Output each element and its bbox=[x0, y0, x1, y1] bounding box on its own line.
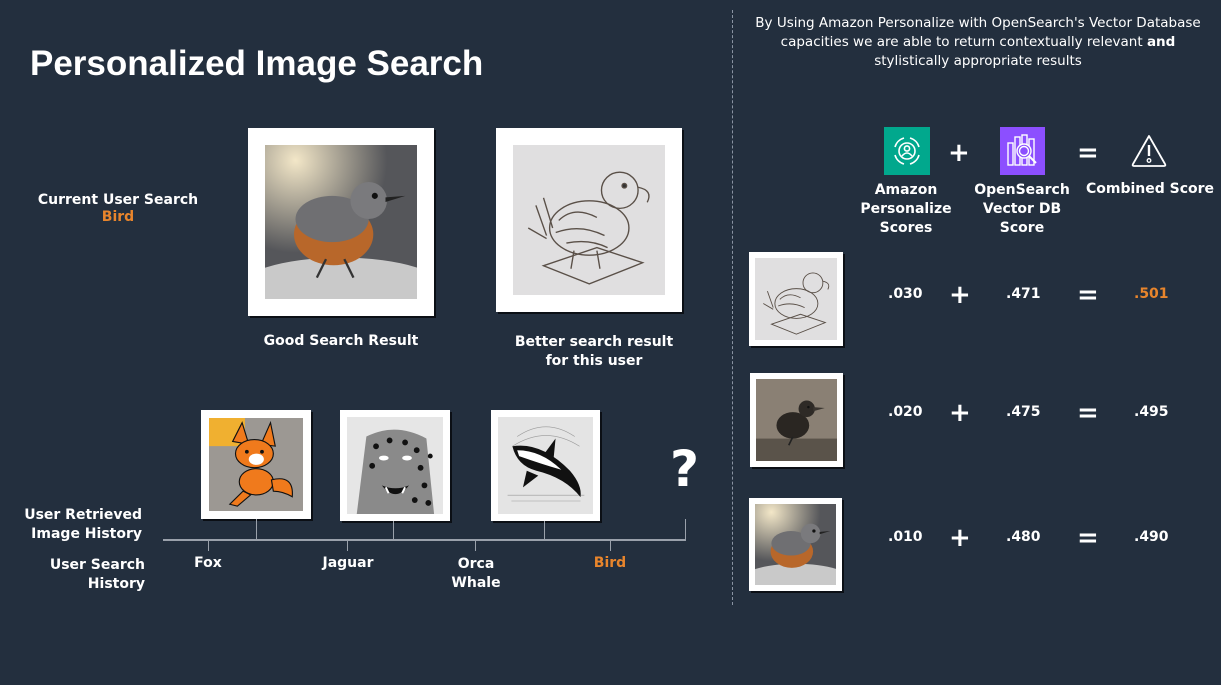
search-history-jaguar: Jaguar bbox=[322, 555, 374, 571]
better-result-image[interactable] bbox=[496, 128, 682, 312]
timeline-tick-orca-image bbox=[544, 521, 545, 540]
timeline-tick-fox-search bbox=[208, 541, 209, 551]
timeline-tick-fox-image bbox=[256, 519, 257, 540]
better-result-caption: Better search result for this user bbox=[489, 333, 699, 371]
score-row-3-plus: + bbox=[949, 523, 971, 553]
timeline-tick-jaguar-search bbox=[347, 541, 348, 551]
intro-text: By Using Amazon Personalize with OpenSea… bbox=[748, 14, 1208, 71]
score-row-2-plus: + bbox=[949, 398, 971, 428]
unknown-next-image: ? bbox=[670, 440, 700, 498]
search-history-orca: Orca Whale bbox=[440, 555, 512, 593]
score-row-3-equals: = bbox=[1077, 523, 1099, 553]
warning-icon bbox=[1129, 131, 1169, 171]
timeline-tick-jaguar-image bbox=[393, 521, 394, 540]
score-row-1-personalize: .030 bbox=[888, 286, 923, 302]
intro-text-bold: and bbox=[1146, 34, 1176, 50]
realistic-bird-thumb bbox=[754, 503, 837, 586]
search-history-bird: Bird bbox=[593, 555, 627, 571]
current-search-block: Current User Search Bird bbox=[30, 192, 206, 225]
current-search-label: Current User Search bbox=[37, 192, 199, 208]
better-result-caption-line2: for this user bbox=[545, 353, 643, 369]
vintage-bird-thumb bbox=[755, 378, 838, 462]
retrieved-history-label: User Retrieved Image History bbox=[10, 506, 142, 544]
score-row-1-plus: + bbox=[949, 280, 971, 310]
intro-text-tail: stylistically appropriate results bbox=[874, 53, 1082, 69]
score-row-1-combined: .501 bbox=[1134, 286, 1169, 302]
combined-score-label: Combined Score bbox=[1085, 181, 1215, 197]
personalize-label-line1: Amazon bbox=[874, 182, 938, 198]
opensearch-label-line2: Vector DB bbox=[982, 201, 1062, 217]
timeline-tick-bird-search bbox=[610, 541, 611, 551]
timeline-end-tick bbox=[685, 519, 686, 541]
sketch-bird-thumb bbox=[754, 257, 838, 341]
page-title: Personalized Image Search bbox=[30, 44, 484, 83]
fox-sketch-image bbox=[208, 417, 304, 512]
orca-sketch-image bbox=[497, 416, 594, 515]
search-history-fox: Fox bbox=[194, 555, 222, 571]
section-divider bbox=[732, 10, 733, 605]
score-row-3-combined: .490 bbox=[1134, 529, 1169, 545]
sketch-bird-image bbox=[512, 144, 666, 296]
formula-equals: = bbox=[1077, 138, 1099, 168]
score-row-2-combined: .495 bbox=[1134, 404, 1169, 420]
score-row-3-vector: .480 bbox=[1006, 529, 1041, 545]
good-result-caption: Good Search Result bbox=[263, 333, 419, 349]
better-result-caption-line1: Better search result bbox=[514, 334, 674, 350]
realistic-bird-image bbox=[264, 144, 418, 300]
score-row-2-image[interactable] bbox=[750, 373, 843, 467]
search-history-label-line2: History bbox=[87, 576, 145, 592]
score-row-3-image[interactable] bbox=[749, 498, 842, 591]
good-result-image[interactable] bbox=[248, 128, 434, 316]
score-row-1-equals: = bbox=[1077, 280, 1099, 310]
opensearch-label-line1: OpenSearch bbox=[974, 182, 1070, 198]
intro-text-regular: By Using Amazon Personalize with OpenSea… bbox=[755, 15, 1201, 50]
opensearch-icon bbox=[1000, 127, 1045, 175]
formula-plus: + bbox=[948, 138, 970, 168]
timeline-tick-orca-search bbox=[475, 541, 476, 551]
search-history-label: User Search History bbox=[10, 556, 145, 594]
personalize-label-line2: Personalize bbox=[860, 201, 952, 217]
history-image-fox[interactable] bbox=[201, 410, 311, 519]
score-row-3-personalize: .010 bbox=[888, 529, 923, 545]
opensearch-score-label: OpenSearch Vector DB Score bbox=[970, 181, 1074, 238]
personalize-score-label: Amazon Personalize Scores bbox=[860, 181, 952, 238]
search-history-orca-line2: Whale bbox=[451, 575, 501, 591]
opensearch-label-line3: Score bbox=[999, 220, 1045, 236]
search-history-label-line1: User Search bbox=[49, 557, 145, 573]
score-row-1-image[interactable] bbox=[749, 252, 843, 346]
jaguar-sketch-image bbox=[346, 416, 444, 515]
score-row-2-vector: .475 bbox=[1006, 404, 1041, 420]
retrieved-history-label-line2: Image History bbox=[31, 526, 142, 542]
history-image-orca[interactable] bbox=[491, 410, 600, 521]
current-search-query: Bird bbox=[101, 209, 135, 225]
search-history-orca-line1: Orca bbox=[457, 556, 495, 572]
retrieved-history-label-line1: User Retrieved bbox=[24, 507, 142, 523]
score-row-2-personalize: .020 bbox=[888, 404, 923, 420]
amazon-personalize-icon bbox=[884, 127, 930, 175]
timeline-axis bbox=[163, 539, 686, 541]
score-row-1-vector: .471 bbox=[1006, 286, 1041, 302]
history-image-jaguar[interactable] bbox=[340, 410, 450, 521]
score-row-2-equals: = bbox=[1077, 398, 1099, 428]
personalize-label-line3: Scores bbox=[879, 220, 933, 236]
